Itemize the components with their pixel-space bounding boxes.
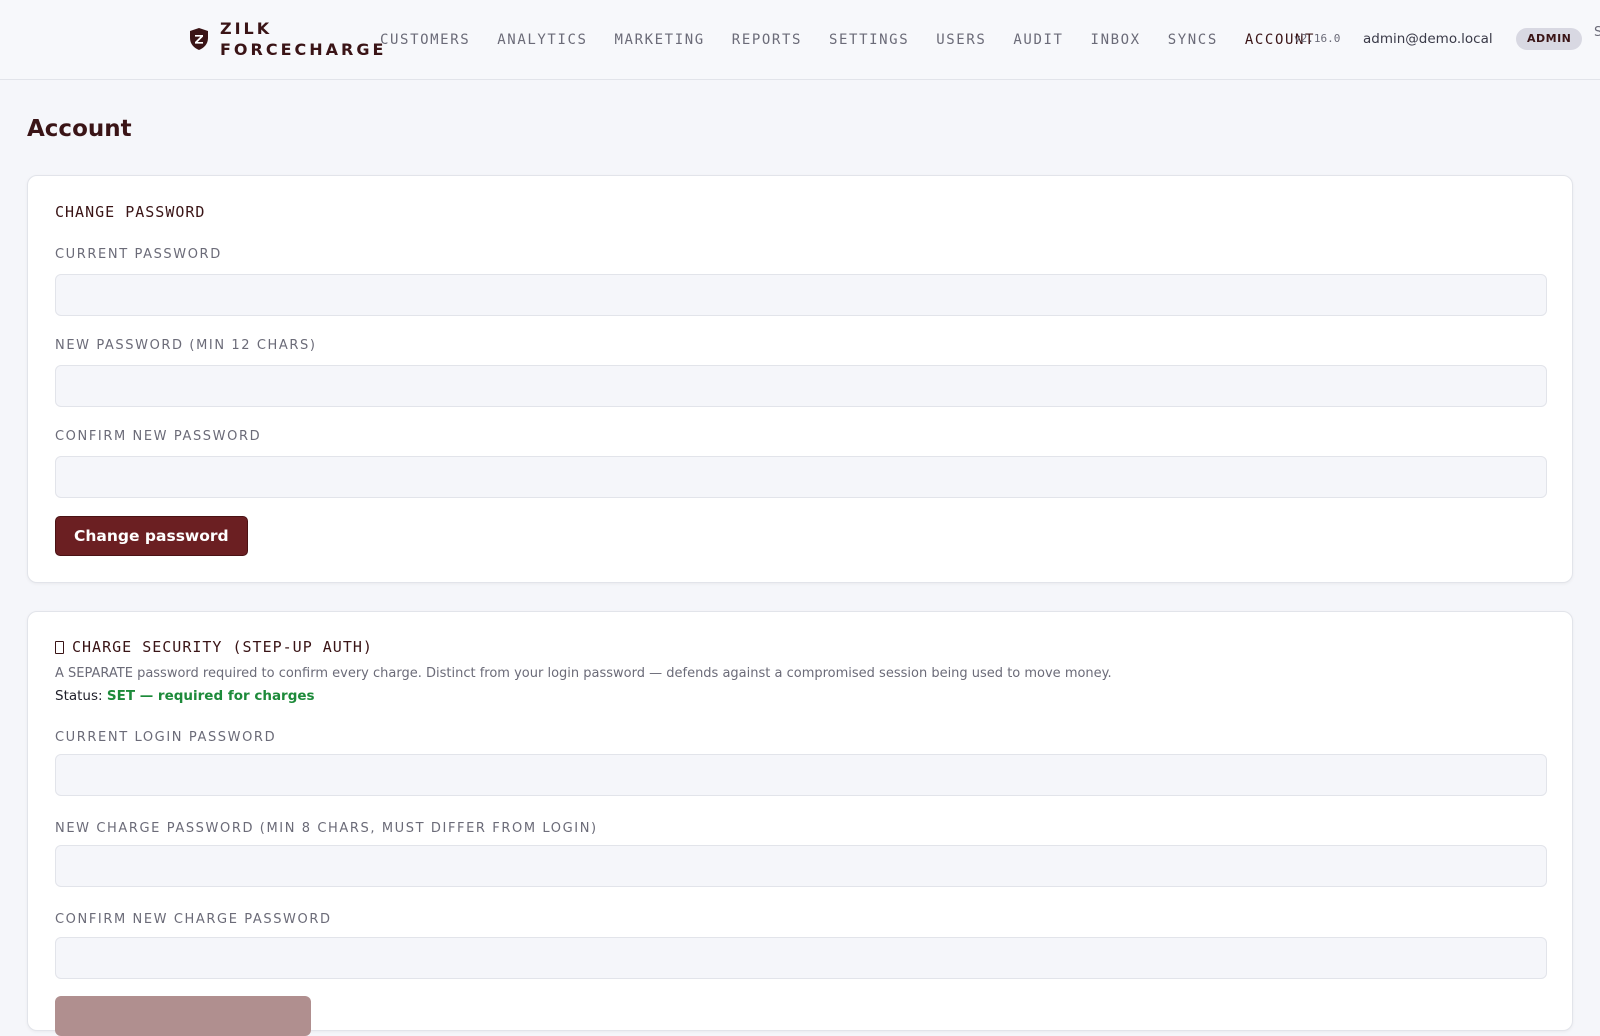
change-password-button[interactable]: Change password: [55, 516, 248, 556]
current-login-password-label: CURRENT LOGIN PASSWORD: [55, 730, 277, 745]
charge-security-status: Status: SET — required for charges: [55, 688, 315, 704]
nav-audit[interactable]: AUDIT: [1013, 31, 1063, 49]
nav-reports[interactable]: REPORTS: [732, 31, 802, 49]
status-value: SET — required for charges: [106, 688, 315, 704]
nav-marketing[interactable]: MARKETING: [615, 31, 705, 49]
status-label: Status:: [55, 688, 103, 704]
new-charge-password-label: NEW CHARGE PASSWORD (MIN 8 CHARS, MUST D…: [55, 821, 598, 836]
confirm-password-label: CONFIRM NEW PASSWORD: [55, 429, 262, 444]
role-badge: ADMIN: [1516, 28, 1583, 50]
user-email: admin@demo.local: [1363, 31, 1493, 47]
charge-security-heading: CHARGE SECURITY (STEP-UP AUTH): [55, 638, 373, 656]
brand[interactable]: ZILK FORCECHARGE: [188, 18, 386, 60]
charge-security-title: CHARGE SECURITY (STEP-UP AUTH): [72, 638, 373, 656]
nav-customers[interactable]: CUSTOMERS: [380, 31, 470, 49]
new-password-label: NEW PASSWORD (MIN 12 CHARS): [55, 338, 317, 353]
change-password-card: CHANGE PASSWORD CURRENT PASSWORD NEW PAS…: [27, 175, 1573, 583]
current-password-input[interactable]: [55, 274, 1547, 316]
set-charge-password-button[interactable]: [55, 996, 311, 1036]
new-password-input[interactable]: [55, 365, 1547, 407]
nav-inbox[interactable]: INBOX: [1091, 31, 1141, 49]
brand-name: ZILK FORCECHARGE: [220, 18, 386, 60]
confirm-password-input[interactable]: [55, 456, 1547, 498]
confirm-charge-password-input[interactable]: [55, 937, 1547, 979]
sign-out-link[interactable]: S: [1594, 25, 1600, 40]
nav-users[interactable]: USERS: [936, 31, 986, 49]
shield-z-icon: [190, 28, 208, 50]
current-password-label: CURRENT PASSWORD: [55, 247, 222, 262]
current-login-password-input[interactable]: [55, 754, 1547, 796]
lock-icon: [55, 640, 64, 654]
brand-line-1: ZILK: [220, 19, 273, 38]
brand-line-2: FORCECHARGE: [220, 40, 387, 59]
confirm-charge-password-label: CONFIRM NEW CHARGE PASSWORD: [55, 912, 332, 927]
change-password-title: CHANGE PASSWORD: [55, 203, 206, 221]
nav-settings[interactable]: SETTINGS: [829, 31, 909, 49]
page-title: Account: [27, 116, 132, 142]
new-charge-password-input[interactable]: [55, 845, 1547, 887]
top-bar: ZILK FORCECHARGE CUSTOMERS ANALYTICS MAR…: [0, 0, 1600, 80]
main-nav: CUSTOMERS ANALYTICS MARKETING REPORTS SE…: [380, 31, 1342, 49]
nav-analytics[interactable]: ANALYTICS: [497, 31, 587, 49]
charge-security-description: A SEPARATE password required to confirm …: [55, 666, 1112, 681]
charge-security-card: CHARGE SECURITY (STEP-UP AUTH) A SEPARAT…: [27, 611, 1573, 1036]
nav-syncs[interactable]: SYNCS: [1168, 31, 1218, 49]
app-version: v2.16.0: [1294, 32, 1341, 45]
